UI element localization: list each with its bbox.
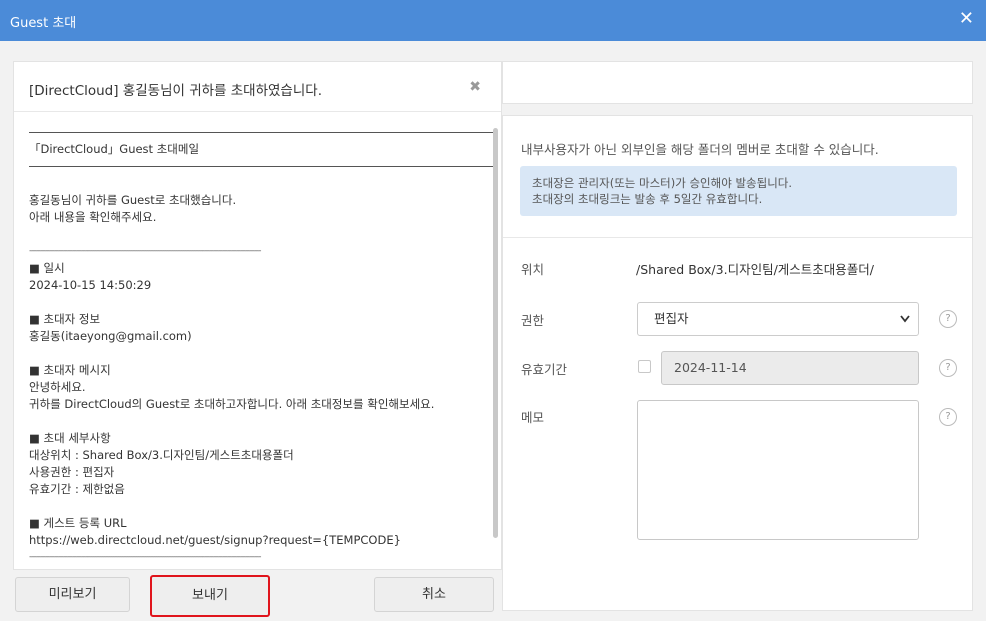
mail-subject: [DirectCloud] 홍길동님이 귀하를 초대하였습니다.	[29, 83, 322, 99]
section-value: 홍길동(itaeyong@gmail.com)	[29, 329, 192, 343]
divider	[29, 166, 495, 167]
dialog-title: Guest 초대	[10, 16, 77, 31]
section-value: 대상위치 : Shared Box/3.디자인팀/게스트초대용폴더	[29, 448, 294, 462]
help-icon[interactable]: ?	[939, 408, 957, 426]
mail-close-icon[interactable]: ✖	[469, 79, 481, 95]
section-value: 귀하를 DirectCloud의 Guest로 초대하고자합니다. 아래 초대정…	[29, 397, 435, 411]
section-title: ■ 초대 세부사항	[29, 431, 111, 445]
divider	[503, 237, 972, 238]
expiry-checkbox[interactable]	[638, 360, 651, 373]
section-value: 안녕하세요.	[29, 380, 86, 394]
right-top-panel	[502, 61, 973, 104]
form-description: 내부사용자가 아닌 외부인을 해당 폴더의 멤버로 초대할 수 있습니다.	[521, 142, 879, 157]
preview-button[interactable]: 미리보기	[15, 577, 130, 612]
section-value: 유효기간 : 제한없음	[29, 482, 125, 496]
chevron-down-icon	[900, 303, 910, 348]
divider	[29, 132, 495, 133]
section-title: ■ 초대자 메시지	[29, 363, 111, 377]
location-value: /Shared Box/3.디자인팀/게스트초대용폴더/	[636, 262, 874, 277]
greeting-line: 홍길동님이 귀하를 Guest로 초대했습니다.	[29, 193, 237, 207]
greeting-line: 아래 내용을 확인해주세요.	[29, 210, 157, 224]
invite-form-panel: 내부사용자가 아닌 외부인을 해당 폴더의 멤버로 초대할 수 있습니다. 초대…	[502, 115, 973, 611]
send-button[interactable]: 보내기	[150, 575, 270, 617]
dashed-divider: ----------------------------------------…	[29, 552, 262, 562]
expiry-label: 유효기간	[521, 362, 568, 377]
section-title: ■ 게스트 등록 URL	[29, 516, 127, 530]
section-value: 2024-10-15 14:50:29	[29, 278, 152, 292]
mail-body: 「DirectCloud」Guest 초대메일 홍길동님이 귀하를 Guest로…	[29, 124, 495, 568]
mail-heading: 「DirectCloud」Guest 초대메일	[29, 142, 200, 156]
dashed-divider: ----------------------------------------…	[29, 246, 262, 256]
notice-line: 초대장은 관리자(또는 마스터)가 승인해야 발송됩니다.	[532, 176, 793, 190]
location-label: 위치	[521, 262, 545, 277]
close-icon[interactable]: ✕	[959, 9, 974, 29]
mail-preview-panel: [DirectCloud] 홍길동님이 귀하를 초대하였습니다. ✖ 「Dire…	[13, 61, 502, 570]
mail-header: [DirectCloud] 홍길동님이 귀하를 초대하였습니다. ✖	[14, 62, 501, 112]
section-value: 사용권한 : 편집자	[29, 465, 115, 479]
section-value: https://web.directcloud.net/guest/signup…	[29, 533, 401, 547]
section-title: ■ 초대자 정보	[29, 312, 101, 326]
permission-label: 권한	[521, 313, 545, 328]
permission-select[interactable]: 편집자	[637, 302, 919, 336]
dialog-titlebar: Guest 초대 ✕	[0, 0, 986, 41]
notice-line: 초대장의 초대링크는 발송 후 5일간 유효합니다.	[532, 192, 763, 206]
mail-scrollbar[interactable]	[493, 128, 498, 538]
help-icon[interactable]: ?	[939, 310, 957, 328]
permission-value: 편집자	[654, 311, 689, 326]
notice-box: 초대장은 관리자(또는 마스터)가 승인해야 발송됩니다. 초대장의 초대링크는…	[520, 166, 957, 216]
expiry-date-input[interactable]: 2024-11-14	[661, 351, 919, 385]
section-title: ■ 일시	[29, 261, 65, 275]
cancel-button[interactable]: 취소	[374, 577, 494, 612]
help-icon[interactable]: ?	[939, 359, 957, 377]
memo-textarea[interactable]	[637, 400, 919, 540]
memo-label: 메모	[521, 410, 545, 425]
